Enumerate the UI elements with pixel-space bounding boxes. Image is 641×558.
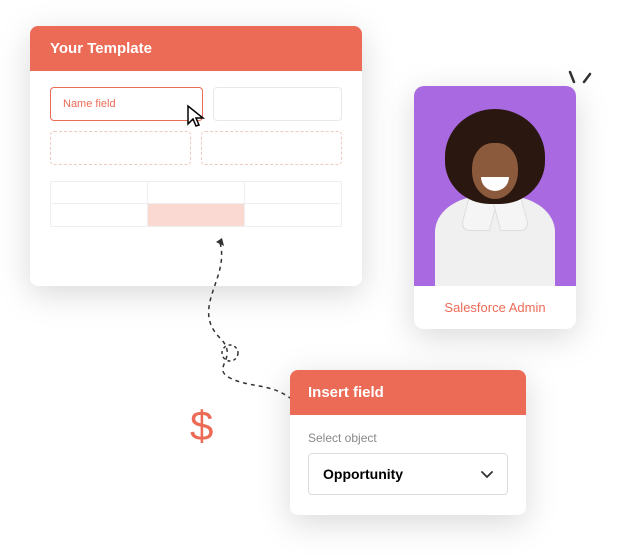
avatar-card: Salesforce Admin (414, 86, 576, 329)
object-select-value: Opportunity (323, 466, 403, 482)
template-table (50, 181, 342, 227)
insert-field-body: Select object Opportunity (290, 415, 526, 515)
avatar-role-label: Salesforce Admin (414, 286, 576, 329)
table-cell-highlighted[interactable] (148, 204, 245, 226)
table-cell[interactable] (51, 204, 148, 226)
template-body: Name field (30, 71, 362, 243)
insert-field-title: Insert field (290, 370, 526, 415)
table-row (51, 204, 341, 226)
template-field[interactable] (213, 87, 342, 121)
table-cell[interactable] (148, 182, 245, 203)
table-cell[interactable] (51, 182, 148, 203)
template-card-title: Your Template (30, 26, 362, 71)
chevron-down-icon (481, 466, 493, 482)
template-dashed-field[interactable] (50, 131, 191, 165)
table-cell[interactable] (245, 204, 341, 226)
dollar-icon: $ (190, 402, 213, 450)
name-field-input[interactable]: Name field (50, 87, 203, 121)
cursor-icon (184, 104, 208, 128)
table-cell[interactable] (245, 182, 341, 203)
insert-field-card: Insert field Select object Opportunity (290, 370, 526, 515)
avatar-image (414, 86, 576, 286)
template-dashed-field[interactable] (201, 131, 342, 165)
select-object-label: Select object (308, 431, 508, 445)
table-row (51, 182, 341, 204)
object-select[interactable]: Opportunity (308, 453, 508, 495)
name-field-label: Name field (63, 98, 116, 110)
person-illustration (425, 101, 565, 286)
template-card: Your Template Name field (30, 26, 362, 286)
